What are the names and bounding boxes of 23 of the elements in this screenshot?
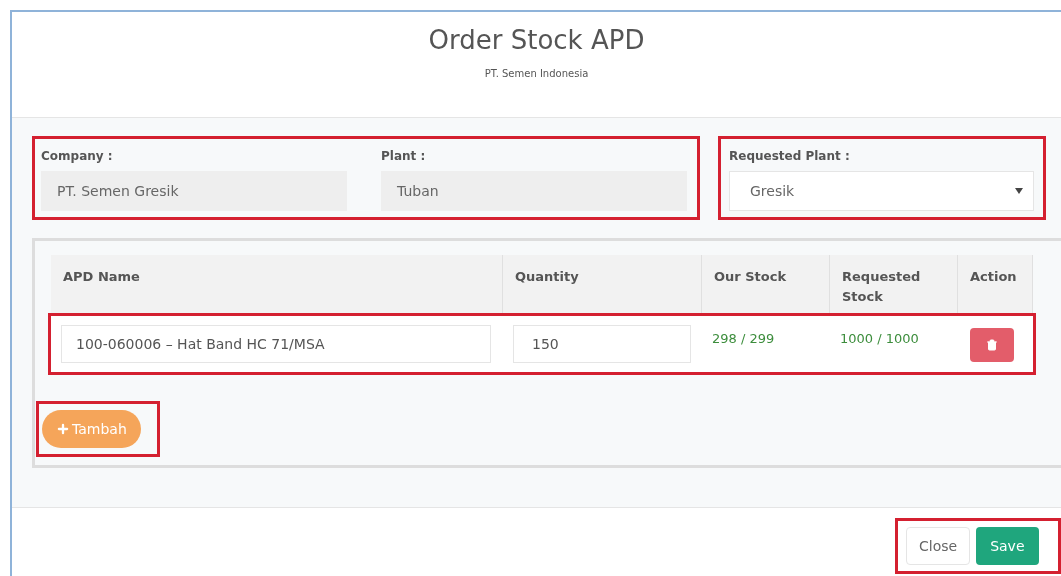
apd-name-field[interactable]: 100-060006 – Hat Band HC 71/MSA: [61, 325, 491, 363]
delete-button[interactable]: [970, 328, 1014, 362]
save-button[interactable]: Save: [976, 527, 1039, 565]
field-label: Company :: [41, 148, 114, 165]
field-label: Requested Plant :: [729, 148, 851, 165]
close-button[interactable]: Close: [906, 527, 971, 565]
readonly-field[interactable]: Tuban: [381, 171, 687, 211]
modal-title: Order Stock APD: [428, 24, 645, 57]
dropdown-caret-icon: [1015, 188, 1023, 194]
our-stock-value: 298 / 299: [712, 331, 775, 346]
select-field[interactable]: Gresik: [729, 171, 1034, 211]
column-header: Requested Stock: [842, 268, 922, 306]
column-header: Quantity: [515, 268, 580, 286]
modal-subtitle: PT. Semen Indonesia: [484, 67, 589, 81]
field-label: Plant :: [381, 148, 427, 165]
column-header: APD Name: [63, 268, 141, 286]
column-header: Action: [970, 268, 1018, 286]
requested-stock-value: 1000 / 1000: [840, 331, 919, 346]
trash-icon: [986, 339, 998, 351]
column-header: Our Stock: [714, 268, 788, 286]
quantity-field[interactable]: 150: [513, 325, 691, 363]
readonly-field[interactable]: PT. Semen Gresik: [41, 171, 347, 211]
plus-icon: [56, 422, 70, 436]
